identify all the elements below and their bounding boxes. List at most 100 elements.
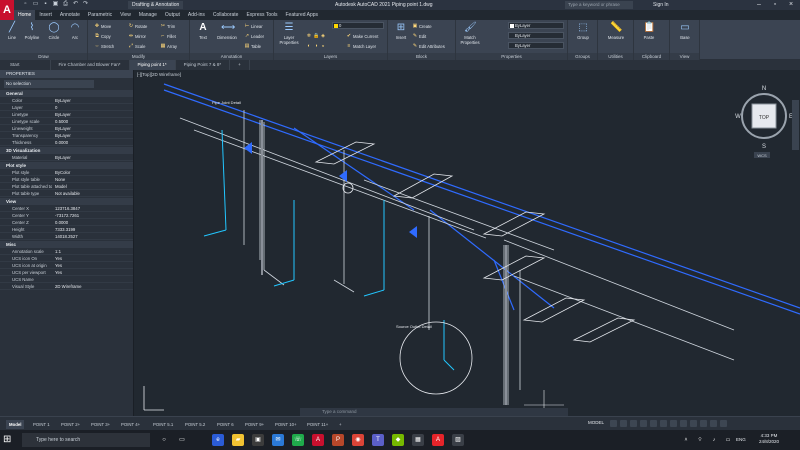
network-icon[interactable]: ⌔ [694,434,706,446]
properties-section-header[interactable]: Plot style [0,162,133,169]
layout-tab-point-10[interactable]: POINT 10+ [272,420,300,429]
leader-button[interactable]: ↗ Leader [244,32,264,40]
new-layout-button[interactable]: + [336,420,345,429]
tab-home[interactable]: Home [14,10,36,20]
autocad-taskbar-icon[interactable]: A [312,434,324,446]
modify-panel-title[interactable]: Modify [88,53,189,60]
property-value[interactable]: 0.5000 [52,118,133,124]
sign-in-link[interactable]: Sign In [653,2,669,8]
draw-panel-title[interactable]: Draw [0,53,87,60]
property-row[interactable]: Color ByLayer [0,97,133,104]
property-row[interactable]: Linetype ByLayer [0,111,133,118]
osnap-icon[interactable] [650,420,657,427]
property-value[interactable]: -73172.7261 [52,212,133,218]
property-row[interactable]: Layer 0 [0,104,133,111]
workspace-gear-icon[interactable] [680,420,687,427]
save-as-icon[interactable]: ▣ [52,1,59,8]
groups-panel-title[interactable]: Groups [568,53,597,60]
property-value[interactable]: ByLayer [52,97,133,103]
selection-dropdown[interactable]: No selection [4,80,94,88]
language-indicator[interactable]: ENG [736,437,746,442]
property-row[interactable]: Annotation scale 1:1 [0,248,133,255]
property-value[interactable]: 123716.3847 [52,205,133,211]
teams-icon[interactable]: T [372,434,384,446]
property-row[interactable]: Plot style table None [0,176,133,183]
doc-tab-start[interactable]: Start [0,60,51,70]
layout-tab-point-3[interactable]: POINT 3+ [88,420,113,429]
file-explorer-icon[interactable]: ▰ [232,434,244,446]
edge-icon[interactable]: e [212,434,224,446]
match-layer-button[interactable]: ≡ Match Layer [346,42,377,50]
drawing-canvas[interactable]: [-][Top][2D Wireframe] TOP N S E W WCS P… [134,70,800,416]
help-search-input[interactable]: Type a keyword or phrase [565,1,633,9]
match-properties-button[interactable]: 🖌 Match Properties [458,22,482,45]
polar-icon[interactable] [640,420,647,427]
array-button[interactable]: ▦ Array [160,42,177,50]
rotate-button[interactable]: ↻ Rotate [128,22,147,30]
layer-dropdown[interactable]: 0 [332,22,384,29]
acrobat-icon[interactable]: A [432,434,444,446]
photos-icon[interactable]: ▨ [452,434,464,446]
properties-section-header[interactable]: Misc [0,241,133,248]
property-value[interactable]: ByLayer [52,111,133,117]
block-panel-title[interactable]: Block [388,53,455,60]
linetype-dropdown[interactable]: ByLayer [508,42,564,49]
autocad-logo-icon[interactable]: A [0,0,14,20]
utilities-panel-title[interactable]: Utilities [598,53,633,60]
dimension-button[interactable]: ⟷ Dimension [216,22,238,40]
save-icon[interactable]: ▪ [42,1,49,8]
circle-button[interactable]: ◯ Circle [43,22,65,40]
workspace-switcher[interactable]: Drafting & Annotation [128,1,184,9]
paste-button[interactable]: 📋 Paste [638,22,660,40]
command-line-input[interactable]: Type a command [300,408,568,416]
undo-icon[interactable]: ↶ [72,1,79,8]
new-icon[interactable]: ▫ [22,1,29,8]
layout-tab-model[interactable]: Model [6,420,25,429]
property-value[interactable]: 0.0000 [52,219,133,225]
property-row[interactable]: Thickness 0.0000 [0,139,133,146]
mirror-button[interactable]: ⇹ Mirror [128,32,146,40]
stretch-button[interactable]: ⇔ Stretch [94,42,115,50]
properties-panel-title[interactable]: Properties [456,53,567,60]
view-panel-title[interactable]: View [670,53,699,60]
layer-walk-icon[interactable]: ◑ [313,43,319,49]
layout-tab-point-9[interactable]: POINT 9+ [242,420,267,429]
edit-block-button[interactable]: ✎ Edit [412,32,426,40]
doc-tab-piping-point-1[interactable]: Piping point 1* [129,60,176,70]
taskbar-clock[interactable]: 4:33 PM 24/8/2020 [752,433,786,445]
maximize-icon[interactable]: ▫ [768,0,782,10]
lineweight-toggle-icon[interactable] [660,420,667,427]
store-icon[interactable]: ▣ [252,434,264,446]
property-row[interactable]: UCS per viewport Yes [0,269,133,276]
property-row[interactable]: UCS Name [0,276,133,283]
tab-express-tools[interactable]: Express Tools [242,10,281,20]
make-current-button[interactable]: ✔ Make Current [346,32,378,40]
layout-tab-point-1[interactable]: POINT 1 [30,420,53,429]
trim-button[interactable]: ✂ Trim [160,22,175,30]
doc-tab-piping-point-7-8[interactable]: Piping Point 7 & 8* [176,60,231,70]
layer-previous-icon[interactable]: ◒ [320,43,326,49]
ortho-icon[interactable] [630,420,637,427]
property-row[interactable]: Plot table attached to Model [0,183,133,190]
clipboard-panel-title[interactable]: Clipboard [634,53,669,60]
color-dropdown[interactable]: ByLayer [508,22,564,29]
property-row[interactable]: UCS icon On Yes [0,255,133,262]
property-value[interactable]: ByLayer [52,154,133,160]
chrome-icon[interactable]: ◉ [352,434,364,446]
insert-button[interactable]: ⊞ Insert [390,22,412,40]
property-row[interactable]: Center Y -73172.7261 [0,212,133,219]
powerpoint-icon[interactable]: P [332,434,344,446]
layer-properties-button[interactable]: ☰ Layer Properties [276,22,302,45]
properties-section-header[interactable]: View [0,198,133,205]
property-value[interactable]: ByLayer [52,125,133,131]
annotation-scale-icon[interactable] [670,420,677,427]
property-value[interactable]: 2D Wireframe [52,283,133,289]
layout-tab-point-5-2[interactable]: POINT 5.2 [182,420,208,429]
taskbar-search-input[interactable]: Type here to search [22,433,150,447]
layout-tab-point-2[interactable]: POINT 2+ [58,420,83,429]
system-tray-icon[interactable]: ˄ [680,434,692,446]
piping-drawing[interactable]: TOP N S E W WCS Pipe Joint Detail Source… [134,70,800,416]
viewcube[interactable]: TOP N S E W WCS [735,86,793,158]
line-button[interactable]: ╱ Line [1,22,23,40]
mail-icon[interactable]: ✉ [272,434,284,446]
